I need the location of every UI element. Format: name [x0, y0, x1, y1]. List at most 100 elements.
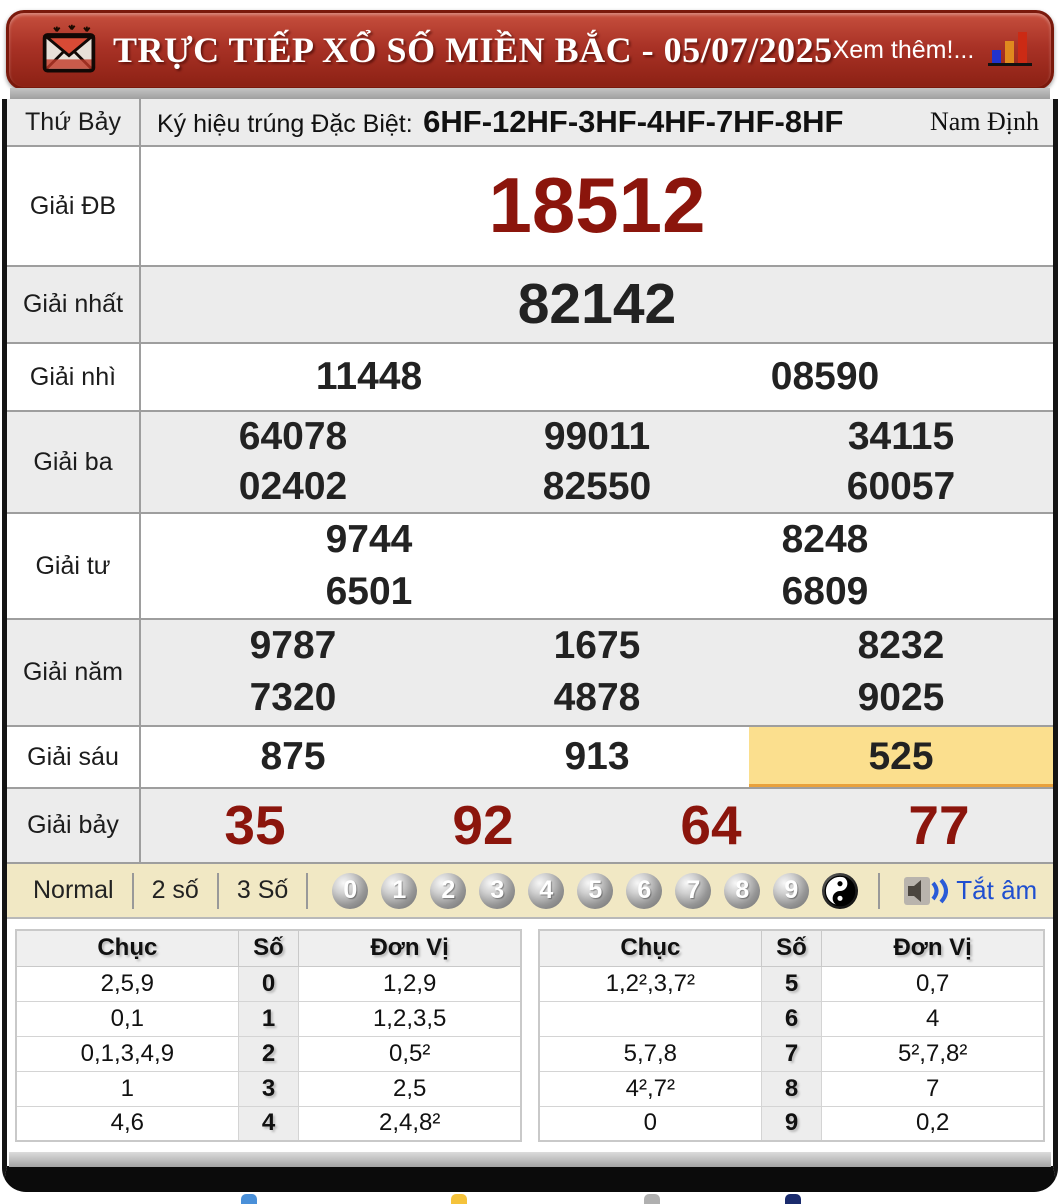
digit-cell: 0 [237, 965, 300, 1002]
info-row: Thứ Bảy Ký hiệu trúng Đặc Biệt: 6HF-12HF… [7, 99, 1053, 147]
units-cell: 1,2,9 [298, 965, 522, 1002]
table-row: 0,1,3,4,9 2 0,5² [15, 1035, 522, 1072]
digit-balls: 0 1 2 3 4 5 6 7 8 9 [332, 872, 859, 909]
prize-row-fourth: Giải tư 9744 8248 6501 6809 [7, 514, 1053, 620]
prize-label-seventh: Giải bảy [7, 789, 141, 862]
prize-number: 77 [908, 794, 970, 857]
tens-cell: 1,2²,3,7² [538, 965, 762, 1002]
digit-cell: 7 [760, 1035, 823, 1072]
prize-number: 60057 [846, 464, 956, 508]
prize-row-first: Giải nhất 82142 [7, 267, 1053, 344]
prize-row-seventh: Giải bảy 35 92 64 77 [7, 789, 1053, 864]
special-symbol: Ký hiệu trúng Đặc Biệt: 6HF-12HF-3HF-4HF… [157, 104, 843, 140]
prize-row-third: Giải ba 64078 99011 34115 02402 82550 60… [7, 412, 1053, 514]
prize-number: 1675 [553, 623, 641, 667]
prize-label-third: Giải ba [7, 412, 141, 512]
page-title: TRỰC TIẾP XỔ SỐ MIỀN BẮC - 05/07/2025 [113, 30, 833, 70]
column-header: Chục [15, 929, 239, 967]
divider [131, 872, 134, 909]
digit-cell: 1 [237, 1000, 300, 1037]
cut-off-icon [785, 1194, 801, 1204]
statistics-section: Chục Số Đơn Vị 2,5,9 0 1,2,9 0,1 1 1,2,3… [7, 919, 1053, 1149]
ball-0-button[interactable]: 0 [332, 872, 369, 909]
digit-cell: 3 [237, 1070, 300, 1107]
divider [878, 872, 881, 909]
column-header: Số [237, 929, 300, 967]
table-row: 4²,7² 8 7 [538, 1070, 1045, 1107]
tens-cell: 0 [538, 1105, 762, 1142]
toolbar: Normal 2 số 3 Số 0 1 2 3 4 5 6 7 8 9 Tắt… [7, 864, 1053, 919]
prize-row-second: Giải nhì 11448 08590 [7, 344, 1053, 412]
divider [216, 872, 219, 909]
prize-number: 4878 [553, 676, 641, 720]
tens-cell: 0,1,3,4,9 [15, 1035, 239, 1072]
results-frame: Thứ Bảy Ký hiệu trúng Đặc Biệt: 6HF-12HF… [2, 99, 1058, 1192]
ball-1-button[interactable]: 1 [381, 872, 418, 909]
ball-8-button[interactable]: 8 [724, 872, 761, 909]
see-more-link[interactable]: Xem thêm!... [833, 36, 975, 65]
ball-7-button[interactable]: 7 [675, 872, 712, 909]
tens-cell: 5,7,8 [538, 1035, 762, 1072]
prize-number: 18512 [488, 161, 706, 250]
prize-label-first: Giải nhất [7, 267, 141, 342]
prize-number: 08590 [770, 354, 880, 398]
bottom-gray-strip [9, 1152, 1051, 1167]
cut-off-icon [451, 1194, 467, 1204]
lottery-widget: TRỰC TIẾP XỔ SỐ MIỀN BẮC - 05/07/2025 Xe… [0, 0, 1060, 1204]
units-cell: 0,5² [298, 1035, 522, 1072]
mode-2so-button[interactable]: 2 số [136, 876, 215, 905]
tens-cell [538, 1000, 762, 1037]
stats-table-left: Chục Số Đơn Vị 2,5,9 0 1,2,9 0,1 1 1,2,3… [15, 929, 522, 1142]
yin-yang-icon[interactable] [822, 872, 859, 909]
prize-label-special: Giải ĐB [7, 147, 141, 265]
units-cell: 7 [821, 1070, 1045, 1107]
prize-number: 35 [224, 794, 286, 857]
prize-number: 8248 [781, 517, 869, 561]
prize-number: 9787 [249, 623, 337, 667]
digit-cell: 4 [237, 1105, 300, 1142]
envelope-icon [39, 21, 99, 79]
prize-number: 11448 [315, 354, 423, 398]
mode-3so-button[interactable]: 3 Số [221, 876, 304, 905]
ball-4-button[interactable]: 4 [528, 872, 565, 909]
prize-label-sixth: Giải sáu [7, 727, 141, 787]
digit-cell: 6 [760, 1000, 823, 1037]
ball-2-button[interactable]: 2 [430, 872, 467, 909]
weekday-label: Thứ Bảy [7, 99, 141, 145]
table-row: 0 9 0,2 [538, 1105, 1045, 1142]
prize-number: 02402 [238, 464, 348, 508]
units-cell: 2,5 [298, 1070, 522, 1107]
symbol-codes: 6HF-12HF-3HF-4HF-7HF-8HF [423, 104, 844, 139]
tens-cell: 0,1 [15, 1000, 239, 1037]
ball-3-button[interactable]: 3 [479, 872, 516, 909]
units-cell: 5²,7,8² [821, 1035, 1045, 1072]
prize-number: 99011 [543, 414, 651, 458]
divider [306, 872, 309, 909]
mute-control[interactable]: Tắt âm [904, 875, 1037, 907]
header-bar: TRỰC TIẾP XỔ SỐ MIỀN BẮC - 05/07/2025 Xe… [6, 10, 1054, 90]
prize-row-special: Giải ĐB 18512 [7, 147, 1053, 267]
mode-normal-button[interactable]: Normal [17, 876, 130, 905]
prize-number: 913 [564, 734, 630, 778]
prize-number: 82142 [517, 271, 677, 336]
prize-number: 6501 [325, 569, 413, 613]
digit-cell: 2 [237, 1035, 300, 1072]
column-header: Chục [538, 929, 762, 967]
digit-cell: 9 [760, 1105, 823, 1142]
table-row: 4,6 4 2,4,8² [15, 1105, 522, 1142]
prize-number: 6809 [781, 569, 869, 613]
table-row: 5,7,8 7 5²,7,8² [538, 1035, 1045, 1072]
prize-number: 64 [680, 794, 742, 857]
tens-cell: 1 [15, 1070, 239, 1107]
ball-9-button[interactable]: 9 [773, 872, 810, 909]
ball-6-button[interactable]: 6 [626, 872, 663, 909]
prize-label-fifth: Giải năm [7, 620, 141, 725]
prize-number: 9744 [325, 517, 413, 561]
column-header: Đơn Vị [298, 929, 522, 967]
bar-chart-icon[interactable] [988, 30, 1034, 70]
column-header: Số [760, 929, 823, 967]
prize-label-fourth: Giải tư [7, 514, 141, 618]
prize-number: 9025 [857, 676, 945, 720]
units-cell: 1,2,3,5 [298, 1000, 522, 1037]
ball-5-button[interactable]: 5 [577, 872, 614, 909]
